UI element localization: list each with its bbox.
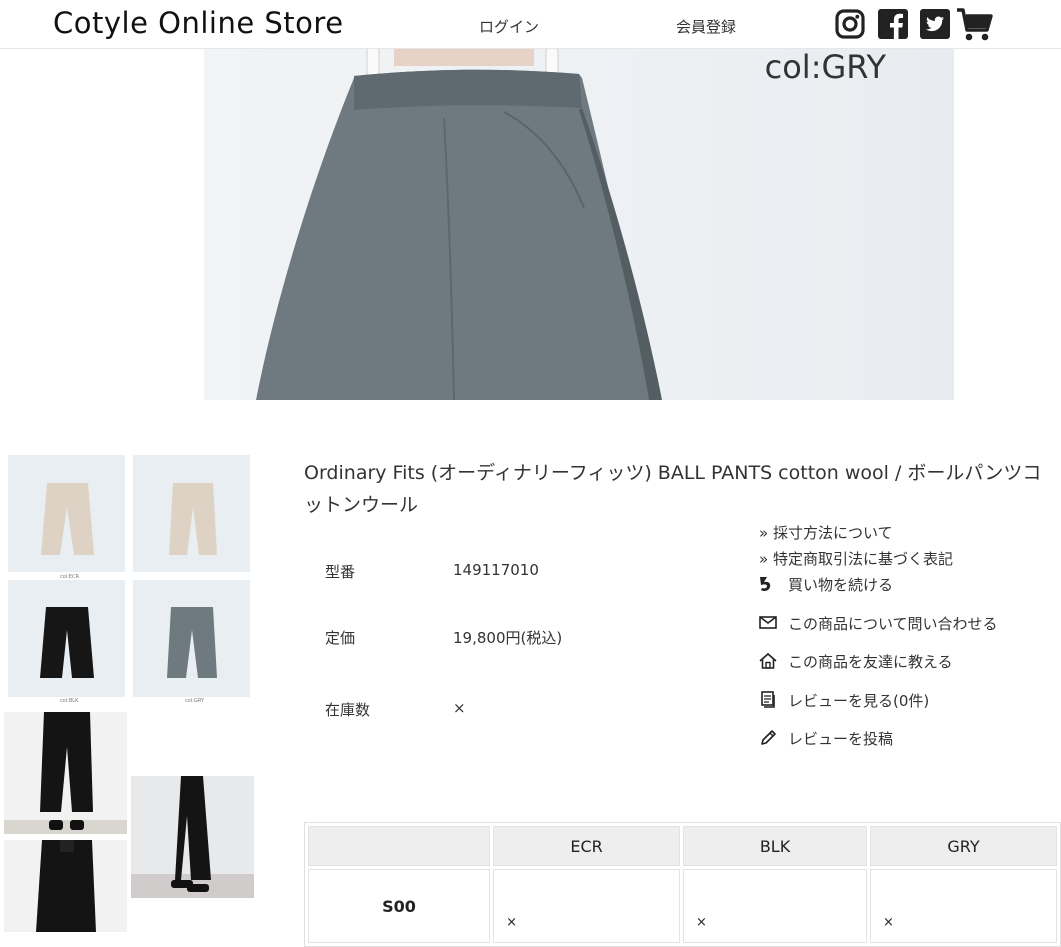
commercial-law-link[interactable]: » 特定商取引法に基づく表記 [759,548,953,569]
column-header-blk: BLK [683,826,867,866]
instagram-icon[interactable] [835,9,865,41]
tell-friend-label: この商品を友達に教える [788,653,953,671]
stock-value: × [453,699,466,717]
column-header-gry: GRY [870,826,1057,866]
inquiry-label: この商品について問い合わせる [788,615,998,633]
price-value: 19,800円(税込) [453,629,563,647]
view-reviews-label: レビューを見る(0件) [788,692,930,710]
cart-icon[interactable] [956,7,994,41]
product-title: Ordinary Fits (オーディナリーフィッツ) BALL PANTS c… [304,462,1042,516]
site-logo[interactable]: Cotyle Online Store [53,6,344,40]
thumbnail-blk[interactable] [8,580,125,697]
model-number-label: 型番 [325,563,356,581]
stock-table: ECR BLK GRY S00 × × × [304,822,1061,947]
thumbnail-caption: col:GRY [185,698,204,704]
mail-icon [759,616,777,629]
table-corner [308,826,491,866]
login-link[interactable]: ログイン [479,16,539,37]
pencil-icon [761,730,776,745]
model-number-value: 149117010 [453,561,539,579]
measurement-info-link[interactable]: » 採寸方法について [759,522,893,543]
thumbnail-ecr-2[interactable] [133,455,250,572]
color-label: col:GRY [764,48,886,86]
thumbnail-model-side[interactable] [131,776,254,898]
column-header-ecr: ECR [493,826,681,866]
home-icon [759,652,777,669]
thumbnail-model-detail[interactable] [4,840,127,932]
twitter-icon[interactable] [920,9,950,41]
facebook-icon[interactable] [878,9,908,41]
thumbnail-ecr[interactable] [8,455,125,572]
return-arrow-icon [760,577,771,591]
continue-shopping-label: 買い物を続ける [788,576,894,594]
thumbnail-caption: col:BLK [60,698,79,704]
main-product-image: col:GRY [204,48,954,400]
post-review-label: レビューを投稿 [788,730,894,748]
thumbnail-gry[interactable] [133,580,250,697]
document-icon [761,691,775,708]
thumbnail-model-front[interactable] [4,712,127,834]
stock-label: 在庫数 [325,701,371,719]
register-link[interactable]: 会員登録 [676,16,736,37]
site-header: Cotyle Online Store ログイン 会員登録 [0,0,1061,49]
price-label: 定価 [325,629,356,647]
